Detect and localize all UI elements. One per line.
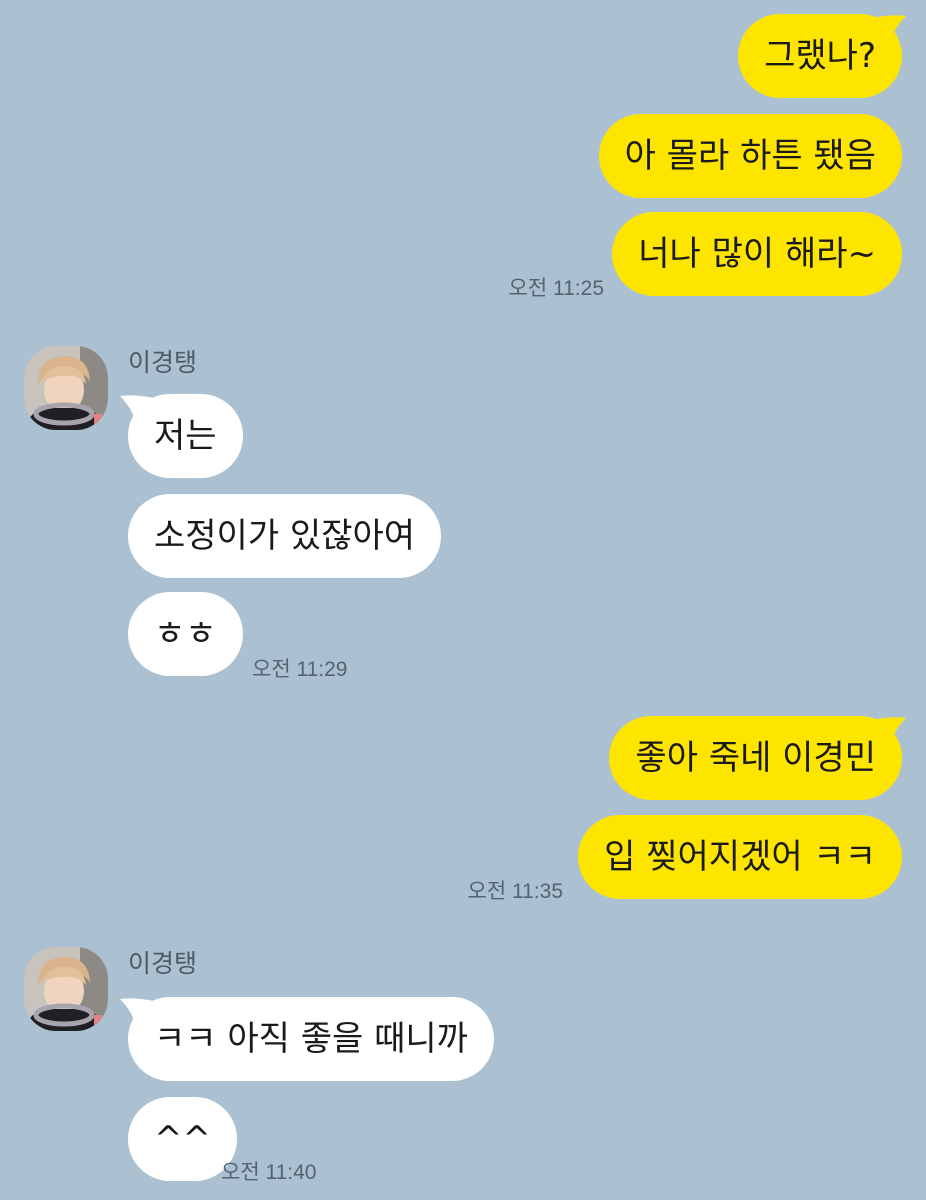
message-bubble-outgoing[interactable]: 그랬나? [738, 14, 902, 98]
message-bubble-outgoing[interactable]: 너나 많이 해라~ [612, 212, 902, 296]
profile-photo-icon [24, 346, 108, 430]
message-bubble-outgoing[interactable]: 아 몰라 하튼 됐음 [598, 114, 902, 198]
profile-photo-icon [24, 947, 108, 1031]
sender-name: 이경탱 [128, 949, 198, 978]
message-bubble-incoming[interactable]: 저는 [128, 394, 243, 478]
message-bubble-incoming[interactable]: ㅎㅎ [128, 592, 243, 676]
message-bubble-incoming[interactable]: 소정이가 있잖아여 [128, 494, 442, 578]
chat-room: 그랬나? 아 몰라 하튼 됐음 너나 많이 해라~ 오전 11:25 이경탱 저… [0, 0, 926, 1200]
message-timestamp: 오전 11:35 [467, 880, 563, 903]
avatar[interactable] [24, 947, 108, 1031]
message-bubble-outgoing[interactable]: 입 찢어지겠어 ㅋㅋ [578, 815, 902, 899]
avatar[interactable] [24, 346, 108, 430]
message-bubble-outgoing[interactable]: 좋아 죽네 이경민 [609, 716, 902, 800]
sender-name: 이경탱 [128, 348, 198, 377]
message-timestamp: 오전 11:40 [221, 1161, 317, 1184]
message-timestamp: 오전 11:29 [252, 658, 348, 681]
message-timestamp: 오전 11:25 [508, 277, 604, 300]
message-bubble-incoming[interactable]: ㅋㅋ 아직 좋을 때니까 [128, 997, 494, 1081]
